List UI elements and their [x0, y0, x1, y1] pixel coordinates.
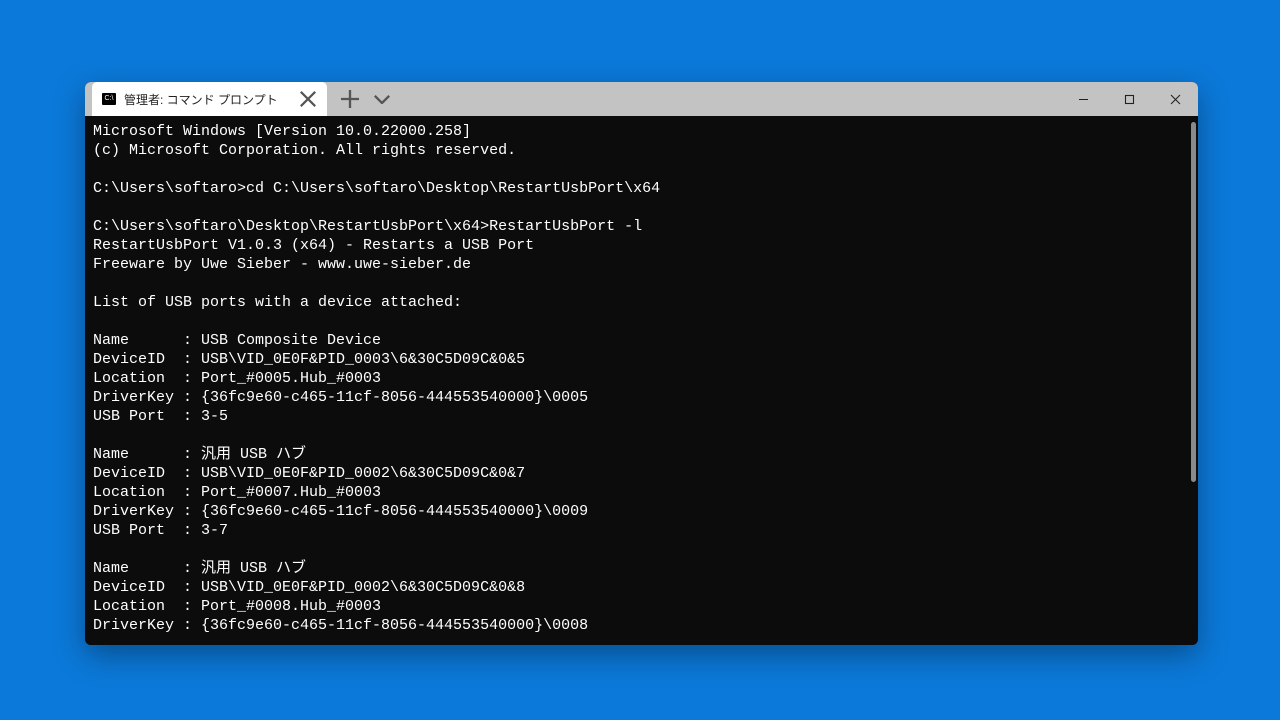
window-controls [1060, 82, 1198, 116]
chevron-down-icon [373, 94, 391, 105]
new-tab-button[interactable] [341, 90, 359, 108]
terminal-window: C:\ 管理者: コマンド プロンプト Micro [85, 82, 1198, 645]
maximize-button[interactable] [1106, 82, 1152, 116]
minimize-button[interactable] [1060, 82, 1106, 116]
terminal-output[interactable]: Microsoft Windows [Version 10.0.22000.25… [85, 116, 1198, 645]
minimize-icon [1078, 94, 1089, 105]
close-window-button[interactable] [1152, 82, 1198, 116]
tab-title: 管理者: コマンド プロンプト [124, 91, 278, 108]
tab-cmd[interactable]: C:\ 管理者: コマンド プロンプト [92, 82, 327, 116]
maximize-icon [1124, 94, 1135, 105]
plus-icon [341, 90, 359, 108]
cmd-icon: C:\ [102, 93, 116, 105]
tab-actions [327, 82, 391, 116]
scrollbar-thumb[interactable] [1191, 122, 1196, 482]
terminal-text: Microsoft Windows [Version 10.0.22000.25… [93, 123, 660, 634]
tab-close-button[interactable] [299, 90, 317, 108]
close-icon [1170, 94, 1181, 105]
close-icon [299, 90, 317, 108]
titlebar[interactable]: C:\ 管理者: コマンド プロンプト [85, 82, 1198, 116]
tab-dropdown-button[interactable] [373, 90, 391, 108]
